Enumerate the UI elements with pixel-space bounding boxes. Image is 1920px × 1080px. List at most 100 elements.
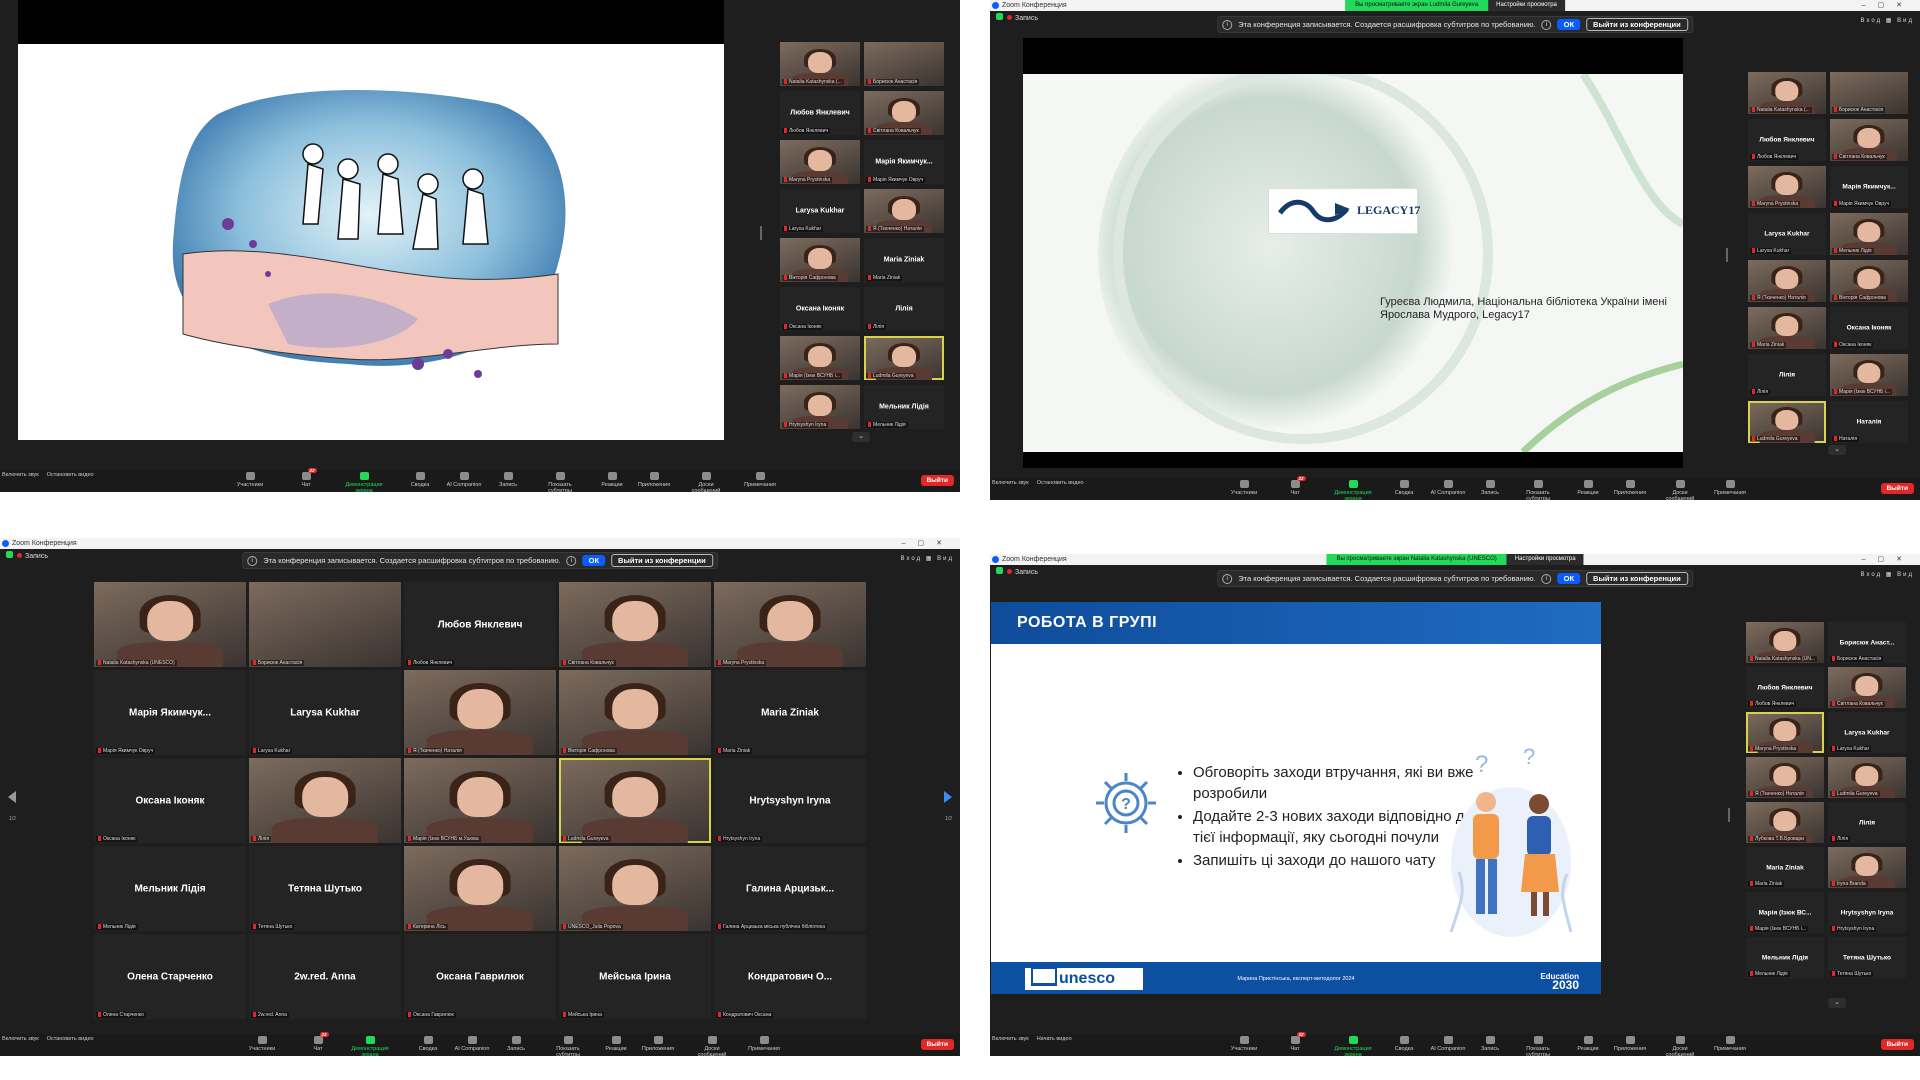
participant-tile[interactable]: Hrytsyshyn Iryna Hrytsyshyn Iryna xyxy=(1828,892,1906,933)
participant-tile[interactable]: Вікторія Сафронова xyxy=(780,238,860,282)
captions-button[interactable]: Показать субтитры xyxy=(548,1036,588,1056)
record-button[interactable]: Запись xyxy=(496,1036,536,1052)
participant-tile[interactable]: Ludmila Gureyeva xyxy=(1748,401,1826,443)
notes-button[interactable]: Примечания xyxy=(1710,1036,1750,1052)
participant-tile[interactable]: Марія (Ізюк ВС... Марія (Ізюк ВСУНБ і... xyxy=(1746,892,1824,933)
participant-tile[interactable]: Ludmila Gureyeva xyxy=(1828,757,1906,798)
participant-tile[interactable]: Hrytsyshyn Iryna Hrytsyshyn Iryna xyxy=(714,758,866,843)
viewing-options-button[interactable]: Настройки просмотра xyxy=(1488,0,1565,11)
participant-tile[interactable]: Вікторія Сафронова xyxy=(1830,260,1908,302)
participant-tile[interactable]: Марія Якимчук... Марія Якимчук Овруч xyxy=(864,140,944,184)
participant-tile[interactable]: Я (Ткаченко) Наталія xyxy=(1746,757,1824,798)
view-controls[interactable]: Вход ▦ Вид xyxy=(1861,571,1914,578)
view-controls[interactable]: Вход ▦ Вид xyxy=(901,555,954,562)
share-screen-button[interactable]: Демонстрация экрана xyxy=(344,472,384,492)
scroll-down-chevron-icon[interactable]: ⌄ xyxy=(1828,445,1846,455)
view-controls[interactable]: Вход ▦ Вид xyxy=(1861,17,1914,24)
ok-button[interactable]: ОК xyxy=(582,555,606,566)
summary-button[interactable]: Сводка xyxy=(400,472,440,488)
participant-tile[interactable]: Я (Ткаченко) Наталія xyxy=(1748,260,1826,302)
notes-button[interactable]: Примечания xyxy=(1710,480,1750,496)
participant-tile[interactable]: Тетяна Шутько Тетяна Шутько xyxy=(249,846,401,931)
participant-tile[interactable]: Лубкова Т.В.Бровари xyxy=(1746,802,1824,843)
participant-tile[interactable]: Лілія Лілія xyxy=(864,287,944,331)
strip-resize-handle[interactable] xyxy=(760,226,762,240)
participant-tile[interactable]: Борисюк Анастасія xyxy=(249,582,401,667)
participant-tile[interactable]: Я (Ткаченко) Наталія xyxy=(404,670,556,755)
share-screen-button[interactable]: Демонстрация экрана xyxy=(350,1036,390,1056)
security-shield-icon[interactable] xyxy=(996,567,1003,574)
participant-tile[interactable]: Maria Ziniak xyxy=(1748,307,1826,349)
participants-button[interactable]: Участники xyxy=(230,472,270,488)
participant-tile[interactable]: Оксана Іконяк Оксана Іконяк xyxy=(780,287,860,331)
participant-tile[interactable]: Тетяна Шутько Тетяна Шутько xyxy=(1828,937,1906,978)
mute-button[interactable]: Включить звук xyxy=(2,1036,39,1042)
participant-tile[interactable]: Любов Янклевич Любов Янклевич xyxy=(1746,667,1824,708)
participant-tile[interactable]: Maryna Prystinska xyxy=(1748,166,1826,208)
ok-button[interactable]: ОК xyxy=(1557,19,1581,30)
participant-tile[interactable]: Лілія Лілія xyxy=(1828,802,1906,843)
ok-button[interactable]: ОК xyxy=(1557,573,1581,584)
participant-tile[interactable]: Natalia Katashynska (... xyxy=(780,42,860,86)
participant-tile[interactable]: Любов Янклевич Любов Янклевич xyxy=(404,582,556,667)
participant-tile[interactable]: Любов Янклевич Любов Янклевич xyxy=(1748,119,1826,161)
whiteboard-button[interactable]: Доски сообщений xyxy=(686,472,726,492)
participant-tile[interactable]: Larysa Kukhar Larysa Kukhar xyxy=(780,189,860,233)
participant-tile[interactable]: Hrytsyshyn Iryna xyxy=(780,385,860,429)
next-page-arrow-icon[interactable] xyxy=(944,791,952,803)
ai-companion-button[interactable]: AI Companion xyxy=(1428,1036,1468,1052)
reactions-button[interactable]: Реакции xyxy=(592,472,632,488)
notes-button[interactable]: Примечания xyxy=(740,472,780,488)
participant-tile[interactable]: Галина Арцизьк... Галина Арцизька міська … xyxy=(714,846,866,931)
participant-tile[interactable]: Maria Ziniak Maria Ziniak xyxy=(864,238,944,282)
participant-tile[interactable]: Світлана Ковальчук xyxy=(559,582,711,667)
help-icon[interactable]: i xyxy=(566,555,577,566)
window-controls[interactable]: –▢✕ xyxy=(902,538,954,549)
participant-tile[interactable]: Iryna Branda xyxy=(1828,847,1906,888)
scroll-down-chevron-icon[interactable]: ⌄ xyxy=(852,432,870,442)
participant-tile[interactable]: Мельник Лідія Мельник Лідія xyxy=(864,385,944,429)
summary-button[interactable]: Сводка xyxy=(408,1036,448,1052)
strip-resize-handle[interactable] xyxy=(1726,248,1728,262)
security-shield-icon[interactable] xyxy=(996,13,1003,20)
participant-tile[interactable]: Борисюк Анастасія xyxy=(864,42,944,86)
whiteboard-button[interactable]: Доски сообщений xyxy=(1660,1036,1700,1056)
reactions-button[interactable]: Реакции xyxy=(596,1036,636,1052)
captions-button[interactable]: Показать субтитры xyxy=(1518,1036,1558,1056)
captions-button[interactable]: Показать субтитры xyxy=(540,472,580,492)
chat-button[interactable]: 22 Чат xyxy=(286,468,326,488)
summary-button[interactable]: Сводка xyxy=(1384,1036,1424,1052)
leave-button[interactable]: Выйти xyxy=(920,475,954,486)
participant-tile[interactable]: Оксана Іконяк Оксана Іконяк xyxy=(94,758,246,843)
participant-tile[interactable]: Мельник Лідія Мельник Лідія xyxy=(94,846,246,931)
mute-button[interactable]: Включить звук xyxy=(2,472,39,478)
apps-button[interactable]: Приложения xyxy=(1610,1036,1650,1052)
share-screen-button[interactable]: Демонстрация экрана xyxy=(1333,1036,1373,1056)
viewing-options-button[interactable]: Настройки просмотра xyxy=(1506,554,1584,565)
apps-button[interactable]: Приложения xyxy=(638,1036,678,1052)
participant-tile[interactable]: Марія (Ізюк ВСУНБ і... xyxy=(780,336,860,380)
help-icon[interactable]: i xyxy=(1541,19,1552,30)
strip-resize-handle[interactable] xyxy=(1728,808,1730,822)
participant-tile[interactable]: Марія (Ізюк ВСУНБ і... xyxy=(1830,354,1908,396)
participants-button[interactable]: Участники xyxy=(242,1036,282,1052)
participant-tile[interactable]: Оксана Гаврилюк Оксана Гаврилюк xyxy=(404,934,556,1019)
mute-button[interactable]: Включить звук xyxy=(992,1036,1029,1042)
participant-tile[interactable]: Світлана Ковальчук xyxy=(1830,119,1908,161)
previous-page-arrow-icon[interactable] xyxy=(8,791,16,803)
scroll-down-chevron-icon[interactable]: ⌄ xyxy=(1828,998,1846,1008)
participant-tile[interactable]: Larysa Kukhar Larysa Kukhar xyxy=(249,670,401,755)
record-button[interactable]: Запись xyxy=(1470,1036,1510,1052)
participant-tile[interactable]: Natalia Katashynska (UNESCO) xyxy=(94,582,246,667)
ai-companion-button[interactable]: AI Companion xyxy=(444,472,484,488)
participant-tile[interactable]: Марія Якимчук... Марія Якимчук Овруч xyxy=(1830,166,1908,208)
leave-meeting-button[interactable]: Выйти из конференции xyxy=(611,554,713,567)
help-icon[interactable]: i xyxy=(1541,573,1552,584)
stop-video-button[interactable]: Остановить видео xyxy=(47,472,94,478)
participant-tile[interactable]: Maryna Prystinska xyxy=(714,582,866,667)
chat-button[interactable]: 22 Чат xyxy=(1275,476,1315,496)
start-video-button[interactable]: Начать видео xyxy=(1037,1036,1072,1042)
whiteboard-button[interactable]: Доски сообщений xyxy=(1660,480,1700,500)
window-controls[interactable]: –▢✕ xyxy=(1862,554,1914,565)
participant-tile[interactable]: Мейська Ірина Мейська Ірина xyxy=(559,934,711,1019)
